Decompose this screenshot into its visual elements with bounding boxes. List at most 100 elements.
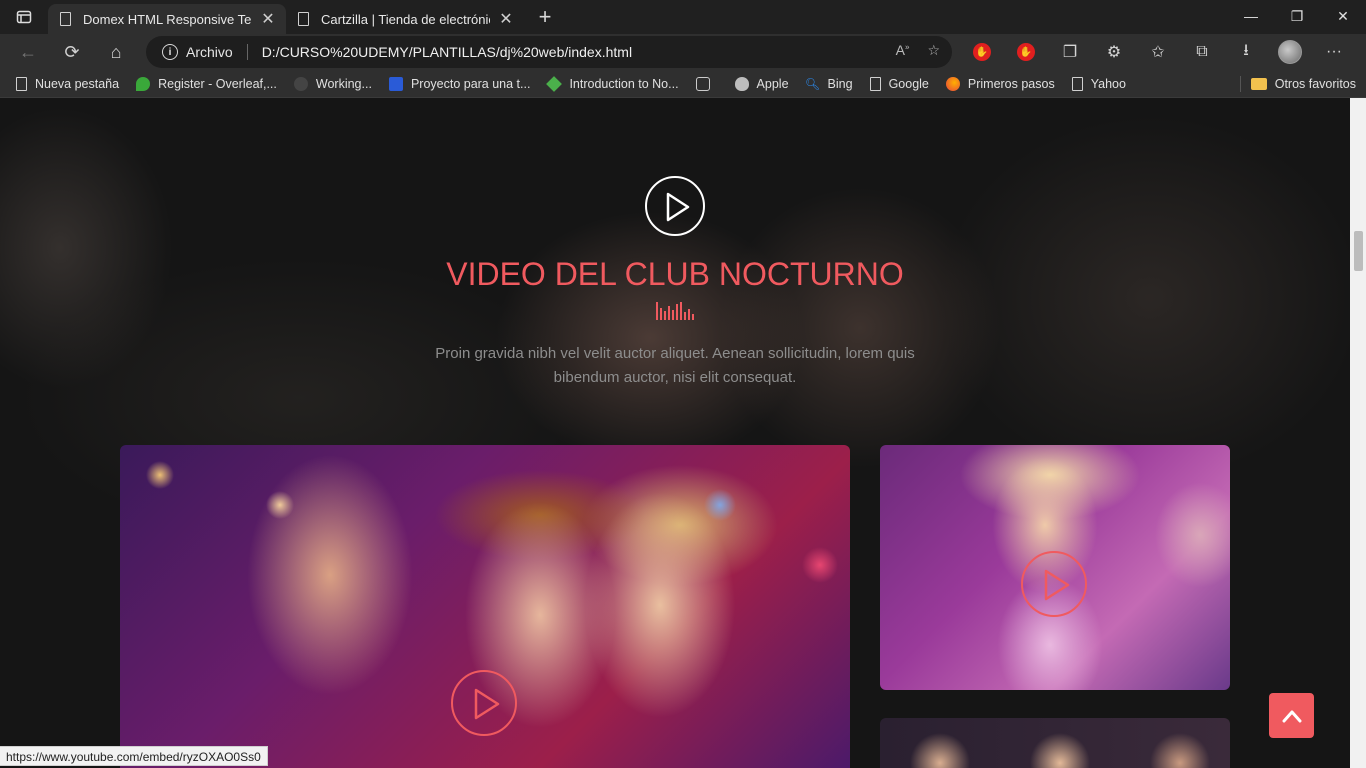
extension-adblock2-button[interactable]: ✋ [1004, 34, 1048, 70]
bookmark-yahoo[interactable]: Yahoo [1071, 76, 1126, 91]
bookmark-label: Nueva pestaña [35, 76, 120, 91]
equalizer-icon [656, 302, 694, 320]
main-video-play-button[interactable] [645, 176, 705, 236]
favorites-button[interactable]: ✩ [1136, 34, 1180, 70]
play-icon [474, 688, 500, 720]
bookmark-label: Register - Overleaf,... [158, 76, 277, 91]
bookmark-google[interactable]: Google [869, 76, 929, 91]
page-icon [298, 12, 309, 26]
menu-button[interactable]: ··· [1312, 34, 1356, 70]
node-icon [546, 75, 563, 92]
overleaf-icon [136, 76, 151, 91]
video-card-small[interactable] [880, 445, 1230, 690]
scrollbar-thumb[interactable] [1354, 231, 1363, 271]
profile-button[interactable] [1268, 34, 1312, 70]
toolbar-right: ✋ ✋ ❐ ⚙ ✩ ⧉ ⭳ ··· [960, 34, 1356, 70]
bookmark-working[interactable]: Working... [293, 76, 372, 91]
tab-title: Domex HTML Responsive Templa [83, 11, 252, 27]
bookmark-apple[interactable]: Apple [734, 76, 789, 91]
bookmark-label: Primeros pasos [967, 76, 1055, 91]
bookmark-introduction[interactable]: Introduction to No... [546, 75, 679, 92]
bookmark-bing[interactable]: 🔍︎ Bing [804, 76, 853, 91]
read-aloud-icon[interactable]: A» [896, 42, 910, 59]
bookmark-box[interactable] [695, 76, 718, 91]
page-icon [1071, 76, 1083, 91]
refresh-button[interactable]: ⟳ [50, 34, 94, 70]
minimize-button[interactable]: — [1228, 0, 1274, 32]
avatar [1278, 40, 1302, 64]
box-icon [695, 76, 710, 91]
bookmark-proyecto[interactable]: Proyecto para una t... [388, 76, 531, 91]
url-text[interactable]: D:/CURSO%20UDEMY/PLANTILLAS/dj%20web/ind… [262, 44, 632, 60]
favorites-icon: ✩ [1151, 44, 1165, 61]
close-tab-icon[interactable]: ✕ [498, 11, 514, 28]
site-icon [388, 76, 403, 91]
page-icon [60, 12, 71, 26]
tab-actions-icon [16, 10, 32, 24]
collections-button[interactable]: ⧉ [1180, 34, 1224, 70]
bookmark-label: Introduction to No... [569, 76, 679, 91]
status-bar-url: https://www.youtube.com/embed/ryzOXAO0Ss… [0, 746, 268, 766]
tab-domex[interactable]: Domex HTML Responsive Templa ✕ [48, 4, 286, 34]
add-favorite-icon[interactable]: ☆ [927, 42, 940, 59]
firefox-icon [945, 76, 960, 91]
downloads-button[interactable]: ⭳ [1224, 34, 1268, 70]
bookmark-primeros-pasos[interactable]: Primeros pasos [945, 76, 1055, 91]
play-icon [666, 192, 690, 222]
close-window-button[interactable]: ✕ [1320, 0, 1366, 32]
back-button[interactable]: ← [6, 34, 50, 70]
address-bar[interactable]: i Archivo D:/CURSO%20UDEMY/PLANTILLAS/dj… [146, 36, 952, 68]
extensions-button[interactable]: ⚙ [1092, 34, 1136, 70]
address-toolbar: ← ⟳ ⌂ i Archivo D:/CURSO%20UDEMY/PLANTIL… [0, 34, 1366, 70]
tab-strip: Domex HTML Responsive Templa ✕ Cartzilla… [0, 0, 1366, 34]
address-actions: A» ☆ [896, 42, 940, 59]
close-tab-icon[interactable]: ✕ [260, 11, 276, 28]
page-viewport: VIDEO DEL CLUB NOCTURNO Proin gravida ni… [0, 98, 1350, 768]
restore-button[interactable]: ❐ [1274, 0, 1320, 32]
tab-cartzilla[interactable]: Cartzilla | Tienda de electrónica ✕ [286, 4, 524, 34]
page-icon [869, 76, 881, 91]
bookmark-overleaf[interactable]: Register - Overleaf,... [136, 76, 277, 91]
bookmark-label: Bing [827, 76, 853, 91]
bookmark-nueva-pestana[interactable]: Nueva pestaña [16, 76, 120, 91]
video-card-small[interactable] [880, 718, 1230, 768]
bing-icon: 🔍︎ [804, 76, 821, 91]
adblock-icon: ✋ [973, 43, 991, 61]
tab-actions-button[interactable] [0, 0, 48, 34]
adblock-icon: ✋ [1017, 43, 1035, 61]
folder-icon [1250, 77, 1267, 90]
page-icon [16, 76, 27, 91]
extension-copy-button[interactable]: ❐ [1048, 34, 1092, 70]
download-icon: ⭳ [1243, 41, 1249, 59]
back-to-top-button[interactable] [1269, 693, 1314, 738]
bookmark-label: Working... [315, 76, 372, 91]
section-heading: VIDEO DEL CLUB NOCTURNO [446, 256, 904, 292]
tab-title: Cartzilla | Tienda de electrónica [321, 11, 490, 27]
video-card-large[interactable] [120, 445, 850, 768]
bookmark-label: Yahoo [1090, 76, 1126, 91]
new-tab-button[interactable]: + [528, 2, 562, 32]
bookmarks-bar: Nueva pestaña Register - Overleaf,... Wo… [0, 70, 1366, 98]
copy-icon: ❐ [1062, 44, 1078, 61]
bookmark-label: Google [888, 76, 929, 91]
video-play-button[interactable] [1021, 551, 1087, 617]
apple-icon [734, 76, 749, 91]
divider [1240, 75, 1241, 92]
window-controls: — ❐ ✕ [1228, 0, 1366, 32]
info-icon[interactable]: i [162, 44, 178, 60]
other-favorites-label: Otros favoritos [1274, 76, 1356, 91]
section-description: Proin gravida nibh vel velit auctor aliq… [435, 345, 915, 386]
extension-adblock-button[interactable]: ✋ [960, 34, 1004, 70]
page-scrollbar[interactable] [1350, 98, 1366, 768]
bookmark-label: Apple [756, 76, 789, 91]
bookmark-label: Proyecto para una t... [410, 76, 531, 91]
github-icon [293, 76, 308, 91]
home-button[interactable]: ⌂ [94, 34, 138, 70]
play-icon [1044, 569, 1070, 601]
puzzle-icon: ⚙ [1106, 44, 1122, 61]
other-favorites-folder[interactable]: Otros favoritos [1250, 76, 1356, 91]
scheme-label: Archivo [186, 44, 233, 60]
video-play-button[interactable] [451, 670, 517, 736]
divider [246, 44, 248, 60]
chevron-up-icon [1282, 710, 1301, 722]
